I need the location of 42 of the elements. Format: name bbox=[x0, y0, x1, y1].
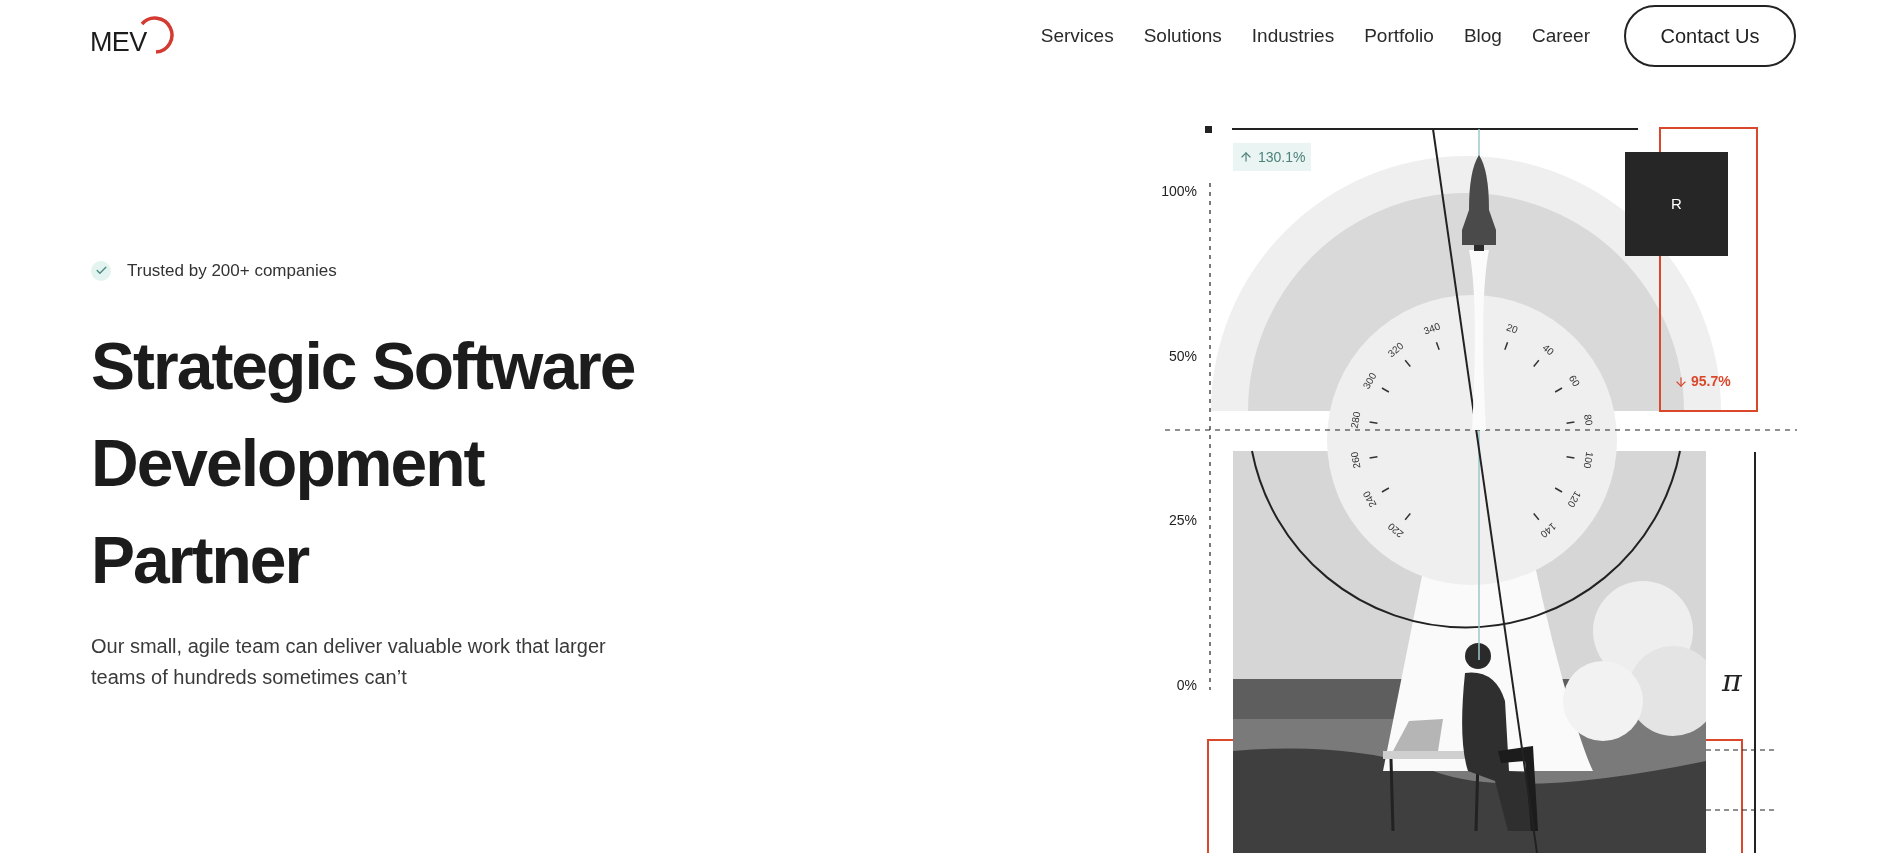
nav-link[interactable]: Career bbox=[1531, 21, 1590, 51]
trust-text: Trusted by 200+ companies bbox=[127, 260, 337, 282]
contact-button[interactable]: Contact Us bbox=[1624, 5, 1796, 67]
dial-label: 140 bbox=[1538, 521, 1558, 540]
axis-label: 25% bbox=[1167, 511, 1197, 529]
trend-value: 130.1% bbox=[1258, 147, 1306, 167]
dashed-line bbox=[1705, 809, 1776, 811]
dial-label: 20 bbox=[1505, 322, 1520, 336]
logo-text: MEV bbox=[90, 29, 147, 56]
dial-label: 60 bbox=[1567, 373, 1582, 389]
trend-value: 95.7% bbox=[1691, 372, 1731, 391]
hero-subtitle: Our small, agile team can deliver valuable work that larger teams of hundreds sometimes can’t bbox=[91, 633, 607, 690]
dial-label: 220 bbox=[1386, 521, 1406, 540]
check-icon bbox=[91, 260, 111, 281]
nav-link[interactable]: Solutions bbox=[1143, 21, 1222, 51]
dial-label: 320 bbox=[1386, 340, 1406, 359]
dial-label: 240 bbox=[1361, 489, 1379, 509]
axis-label: 50% bbox=[1167, 347, 1197, 365]
nav-link[interactable]: Services bbox=[1040, 21, 1114, 51]
hero-heading: Development bbox=[91, 424, 485, 502]
hero-heading: Strategic Software bbox=[91, 327, 636, 405]
dial-label: 80 bbox=[1582, 413, 1595, 426]
dial-label: 260 bbox=[1349, 451, 1363, 470]
dial-label: 40 bbox=[1540, 342, 1556, 357]
logo[interactable]: MEV bbox=[90, 14, 176, 58]
dial-label: 120 bbox=[1565, 489, 1583, 509]
nav-link[interactable]: Blog bbox=[1463, 21, 1502, 51]
arrow-down-icon bbox=[1674, 374, 1688, 389]
tile-letter: R bbox=[1671, 193, 1682, 214]
nav-link[interactable]: Portfolio bbox=[1364, 21, 1434, 51]
dial-label: 100 bbox=[1581, 451, 1595, 470]
corner-marker bbox=[1205, 126, 1212, 133]
axis-label: 0% bbox=[1175, 676, 1197, 694]
pi-symbol: π bbox=[1722, 663, 1742, 699]
dial-label: 280 bbox=[1349, 410, 1363, 429]
dial-label: 340 bbox=[1422, 321, 1442, 337]
hero-heading: Partner bbox=[91, 521, 310, 599]
dial-label: 300 bbox=[1361, 371, 1379, 391]
dashed-line bbox=[1705, 749, 1776, 751]
nav-link[interactable]: Industries bbox=[1251, 21, 1335, 51]
arrow-up-icon bbox=[1239, 150, 1253, 164]
axis-label: 100% bbox=[1160, 182, 1197, 200]
